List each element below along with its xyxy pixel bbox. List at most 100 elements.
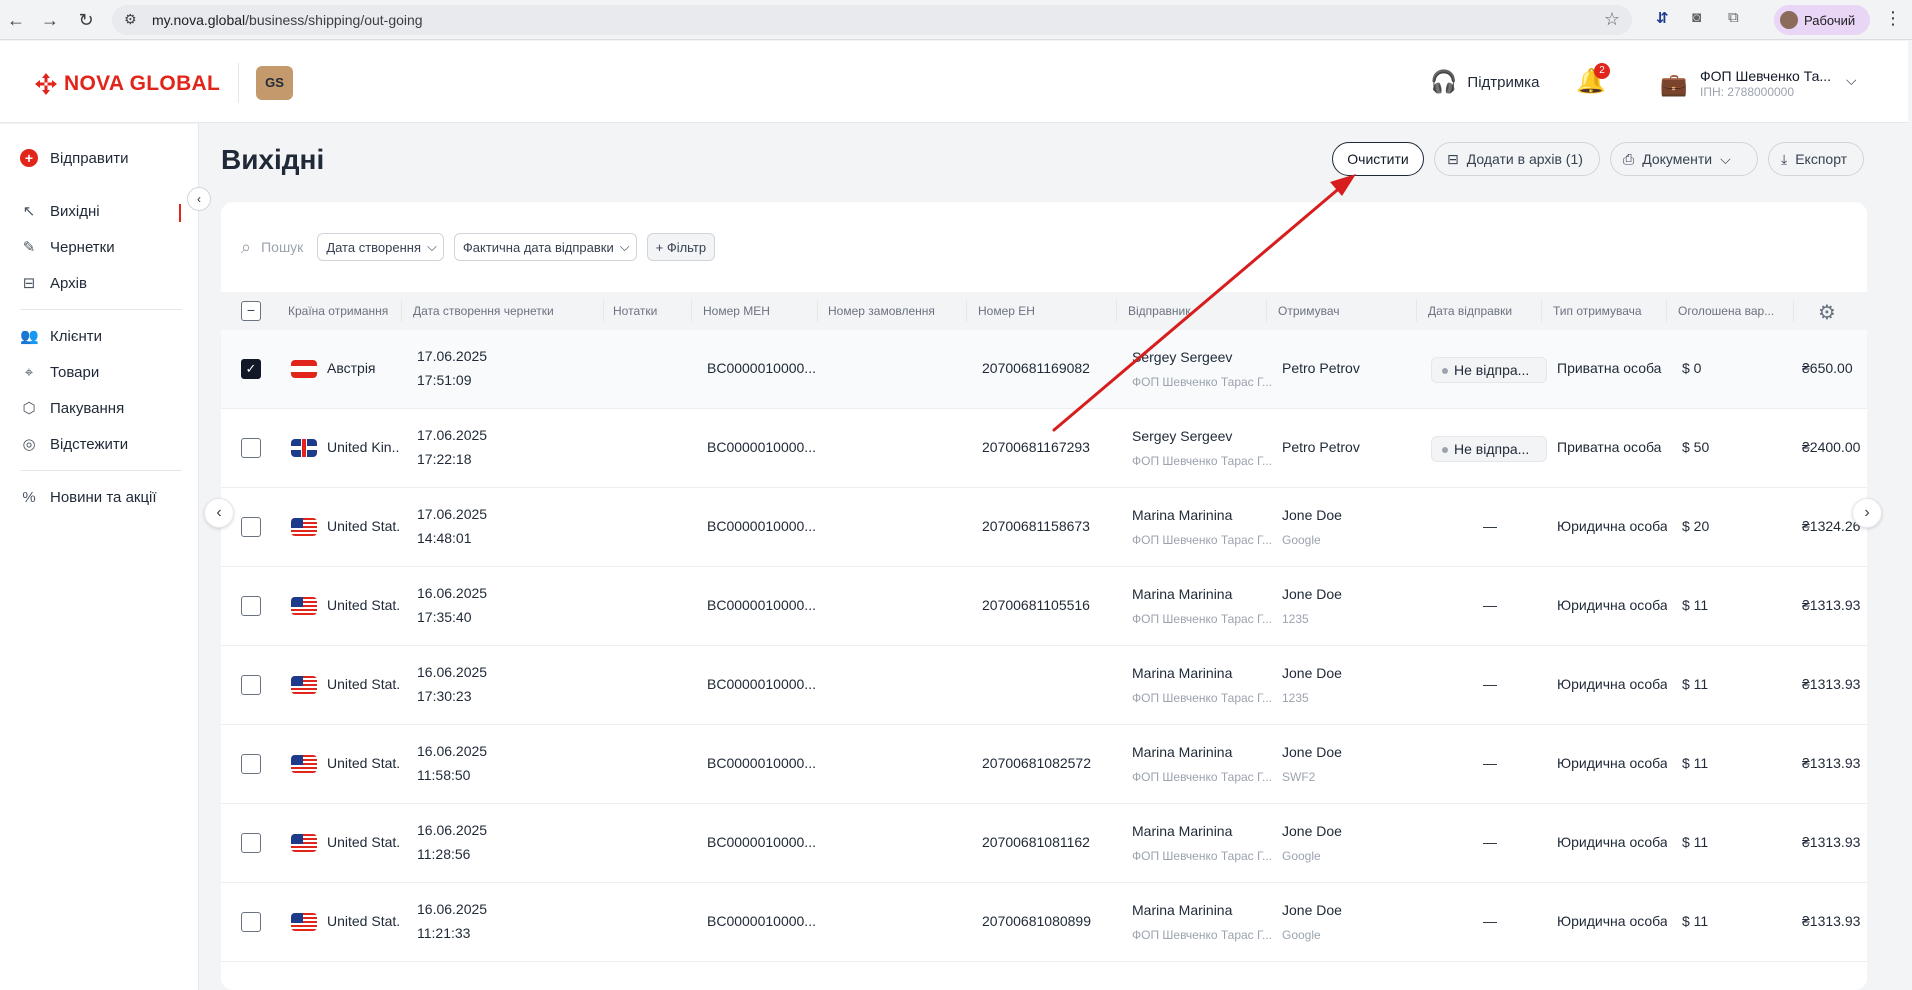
row-checkbox[interactable] bbox=[241, 517, 261, 537]
created-date-filter[interactable]: Дата створення ⌵ bbox=[317, 233, 444, 261]
sidebar-item-news[interactable]: % Новини та акції bbox=[20, 485, 157, 509]
table-row[interactable]: United Stat... 16.06.2025 11:21:33 BC000001… bbox=[221, 883, 1867, 962]
row-checkbox[interactable] bbox=[241, 833, 261, 853]
select-all-checkbox[interactable]: − bbox=[241, 301, 261, 321]
recipient-company-cell: Google bbox=[1282, 849, 1321, 863]
sidebar-item-archive[interactable]: ⊟ Архів bbox=[20, 271, 87, 295]
row-checkbox[interactable]: ✓ bbox=[241, 359, 261, 379]
column-header-sender[interactable]: Відправник bbox=[1128, 292, 1228, 330]
sidebar-item-label: Новини та акції bbox=[50, 488, 157, 506]
clear-button[interactable]: Очистити bbox=[1332, 142, 1424, 176]
sidebar-item-send[interactable]: + Відправити bbox=[20, 146, 129, 170]
sidebar-item-outgoing[interactable]: ↖ Вихідні bbox=[20, 199, 100, 223]
back-icon[interactable]: ← bbox=[4, 8, 28, 32]
recipient-name-cell: Jone Doe bbox=[1282, 823, 1342, 839]
sidebar-item-label: Архів bbox=[50, 274, 87, 292]
column-header-country[interactable]: Країна отримання bbox=[288, 292, 388, 330]
table-row[interactable]: United Kin... 17.06.2025 17:22:18 BC0000010… bbox=[221, 409, 1867, 488]
column-header-en[interactable]: Номер ЕН bbox=[978, 292, 1078, 330]
company-selector[interactable]: 💼 ФОП Шевченко Та... ІПН: 2788000000 ⌵ bbox=[1660, 64, 1870, 104]
send-date-cell: — bbox=[1483, 913, 1497, 929]
recipient-name-cell: Jone Doe bbox=[1282, 665, 1342, 681]
column-header-recipient[interactable]: Отримувач bbox=[1278, 292, 1378, 330]
search-input[interactable]: Пошук bbox=[261, 239, 303, 255]
export-button[interactable]: ⤓ Експорт bbox=[1768, 142, 1864, 176]
sender-company-cell: ФОП Шевченко Тарас Г... bbox=[1132, 928, 1273, 942]
column-header-created[interactable]: Дата створення чернетки bbox=[413, 292, 563, 330]
send-date-cell: — bbox=[1483, 755, 1497, 771]
archive-icon: ⊟ bbox=[1447, 150, 1459, 167]
reload-icon[interactable]: ↻ bbox=[74, 8, 98, 32]
puzzle-extensions-icon[interactable]: ⧉ bbox=[1728, 9, 1739, 26]
column-header-send-date[interactable]: Дата відправки bbox=[1428, 292, 1528, 330]
sidebar-item-goods[interactable]: ⌖ Товари bbox=[20, 360, 99, 384]
declared-value-cell: $ 11 bbox=[1682, 913, 1709, 929]
chevron-right-icon: › bbox=[1864, 504, 1870, 521]
column-header-declared[interactable]: Оголошена вар... bbox=[1678, 292, 1783, 330]
sidebar-item-track[interactable]: ◎ Відстежити bbox=[20, 432, 128, 456]
table-row[interactable]: ✓ Австрія 17.06.2025 17:51:09 BC0000010000..… bbox=[221, 330, 1867, 409]
recipient-name-cell: Jone Doe bbox=[1282, 507, 1342, 523]
scroll-left-button[interactable]: ‹ bbox=[204, 498, 234, 528]
sidebar-item-clients[interactable]: 👥 Клієнти bbox=[20, 324, 102, 348]
nova-logo-mark-icon bbox=[35, 73, 57, 95]
table-row[interactable]: United Stat... 16.06.2025 17:35:40 BC000001… bbox=[221, 567, 1867, 646]
briefcase-icon: 💼 bbox=[1660, 72, 1688, 97]
documents-label: Документи bbox=[1642, 151, 1713, 167]
support-label: Підтримка bbox=[1467, 73, 1540, 91]
add-filter-button[interactable]: + Фільтр bbox=[646, 233, 716, 261]
table-row[interactable]: United Stat... 16.06.2025 11:28:56 BC000001… bbox=[221, 804, 1867, 883]
table-row[interactable]: United Stat... 17.06.2025 14:48:01 BC000001… bbox=[221, 488, 1867, 567]
sender-name-cell: Marina Marinina bbox=[1132, 507, 1233, 523]
browser-menu-icon[interactable]: ⋮ bbox=[1884, 8, 1902, 29]
column-header-recipient-type[interactable]: Тип отримувача bbox=[1553, 292, 1653, 330]
gear-icon[interactable]: ⚙ bbox=[1818, 300, 1836, 325]
table-row[interactable]: United Stat... 16.06.2025 11:58:50 BC000001… bbox=[221, 725, 1867, 804]
nova-global-logo[interactable]: NOVA GLOBAL bbox=[34, 72, 220, 96]
archive-icon: ⊟ bbox=[22, 275, 36, 292]
column-divider bbox=[691, 300, 692, 322]
declared-value-cell: $ 20 bbox=[1682, 518, 1710, 534]
camera-extension-icon[interactable]: ◙ bbox=[1692, 9, 1701, 26]
column-header-men[interactable]: Номер МЕН bbox=[703, 292, 813, 330]
row-checkbox[interactable] bbox=[241, 438, 261, 458]
search-icon[interactable]: ⌕ bbox=[241, 237, 251, 258]
profile-chip[interactable]: Рабочий bbox=[1774, 5, 1870, 35]
sender-name-cell: Sergey Sergeev bbox=[1132, 428, 1233, 444]
actual-send-date-filter[interactable]: Фактична дата відправки ⌵ bbox=[453, 233, 637, 261]
country-flag-icon bbox=[291, 518, 317, 536]
plus-circle-icon: + bbox=[20, 149, 38, 167]
gs-brand-badge: GS bbox=[256, 66, 293, 100]
bookmark-star-icon[interactable]: ☆ bbox=[1604, 9, 1620, 30]
recipient-type-cell: Приватна особа bbox=[1557, 439, 1662, 455]
header-divider bbox=[238, 63, 239, 103]
shipments-card: ⌕ Пошук Дата створення ⌵ Фактична дата ві… bbox=[221, 202, 1867, 990]
row-checkbox[interactable] bbox=[241, 754, 261, 774]
sidebar-item-label: Відстежити bbox=[50, 435, 129, 453]
sidebar-item-packaging[interactable]: ⬡ Пакування bbox=[20, 396, 124, 420]
site-settings-icon[interactable]: ⚙ bbox=[124, 11, 137, 28]
add-to-archive-button[interactable]: ⊟ Додати в архів (1) bbox=[1434, 142, 1600, 176]
sidebar-collapse-button[interactable]: ‹ bbox=[187, 187, 211, 211]
column-divider bbox=[1793, 300, 1794, 322]
created-time-cell: 17:35:40 bbox=[417, 609, 472, 625]
sidebar-item-drafts[interactable]: ✎ Чернетки bbox=[20, 235, 115, 259]
address-bar[interactable]: ⚙ my.nova.global/business/shipping/out-g… bbox=[112, 5, 1632, 35]
translate-extension-icon[interactable]: ⇵ bbox=[1656, 9, 1669, 27]
row-checkbox[interactable] bbox=[241, 912, 261, 932]
tag-icon: ⌖ bbox=[24, 363, 34, 381]
scroll-right-button[interactable]: › bbox=[1852, 498, 1882, 528]
forward-icon[interactable]: → bbox=[38, 8, 62, 32]
sidebar-active-indicator bbox=[179, 204, 181, 222]
sender-company-cell: ФОП Шевченко Тарас Г... bbox=[1132, 849, 1273, 863]
row-checkbox[interactable] bbox=[241, 596, 261, 616]
country-cell: United Stat... bbox=[327, 755, 399, 771]
documents-button[interactable]: ⎙ Документи ⌵ bbox=[1610, 142, 1758, 176]
table-row[interactable]: United Stat... 16.06.2025 17:30:23 BC000001… bbox=[221, 646, 1867, 725]
send-date-cell: — bbox=[1483, 676, 1497, 692]
column-header-notes[interactable]: Нотатки bbox=[613, 292, 693, 330]
column-header-order[interactable]: Номер замовлення bbox=[828, 292, 948, 330]
row-checkbox[interactable] bbox=[241, 675, 261, 695]
support-link[interactable]: 🎧 Підтримка bbox=[1430, 69, 1539, 95]
en-number-cell: 20700681081162 bbox=[982, 834, 1090, 850]
